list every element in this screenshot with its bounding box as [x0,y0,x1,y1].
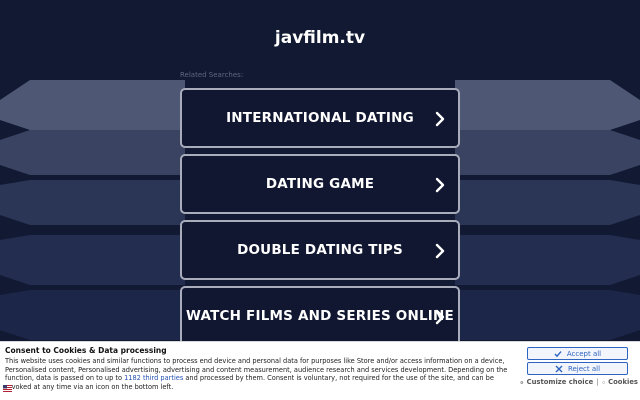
related-search-item-international-dating[interactable]: INTERNATIONAL DATING [180,88,460,148]
consent-body: This website uses cookies and similar fu… [5,357,511,391]
related-search-item-dating-game[interactable]: DATING GAME [180,154,460,214]
third-parties-link[interactable]: 1182 third parties [124,374,183,382]
consent-title: Consent to Cookies & Data processing [5,346,167,355]
x-icon [555,365,563,372]
accept-all-label: Accept all [566,349,602,358]
related-searches-label: Related Searches: [180,71,244,79]
consent-links: Customize choice | Cookies [520,378,638,386]
diamond-icon [601,380,606,384]
reject-all-label: Reject all [567,364,601,373]
chevron-right-icon [435,243,445,259]
related-search-item-watch-films[interactable]: WATCH FILMS AND SERIES ONLINE [180,286,460,346]
cookies-link[interactable]: Cookies [608,378,638,386]
chevron-right-icon [435,111,445,127]
related-search-item-double-dating-tips[interactable]: DOUBLE DATING TIPS [180,220,460,280]
gear-icon [520,380,524,384]
site-title: javfilm.tv [274,28,366,48]
chevron-right-icon [435,177,445,193]
related-search-label: DOUBLE DATING TIPS [237,242,403,258]
accept-all-button[interactable]: Accept all [527,347,628,360]
related-search-label: WATCH FILMS AND SERIES ONLINE [186,308,454,324]
customize-choice-link[interactable]: Customize choice [527,378,594,386]
related-search-label: DATING GAME [265,176,375,192]
cookie-consent-banner: Consent to Cookies & Data processing Thi… [0,341,640,400]
related-search-label: INTERNATIONAL DATING [226,110,414,126]
flag-icon[interactable] [3,385,12,392]
reject-all-button[interactable]: Reject all [527,362,628,375]
chevron-right-icon [435,309,445,325]
link-separator: | [596,378,599,386]
check-icon [554,350,562,357]
